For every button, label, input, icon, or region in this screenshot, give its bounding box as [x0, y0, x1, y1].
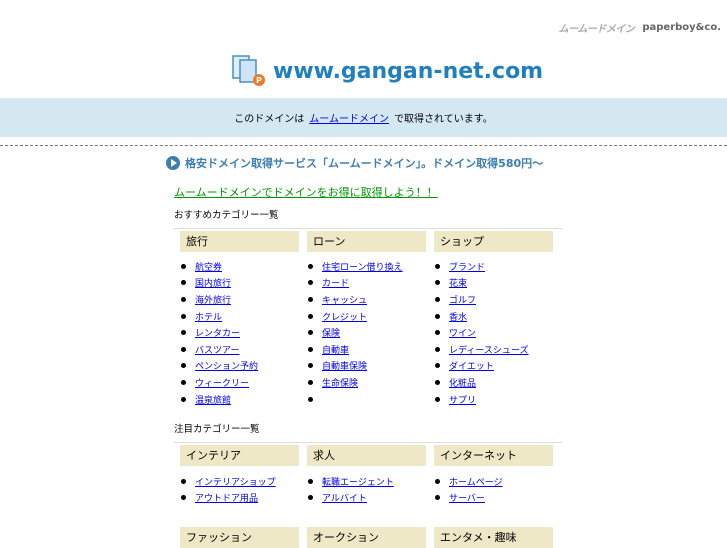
category-link[interactable]: カード — [322, 276, 349, 289]
category-link[interactable]: 転職エージェント — [322, 475, 394, 488]
list-item: ホームページ — [435, 473, 503, 490]
list-item: 温泉旅館 — [181, 391, 258, 408]
category-link[interactable]: ゴルフ — [449, 293, 476, 306]
category-link[interactable]: アルバイト — [322, 491, 367, 504]
list-item: 住宅ローン借り換え — [308, 258, 403, 275]
category-link[interactable]: 保険 — [322, 326, 340, 339]
list-item: ウィークリー — [181, 374, 258, 391]
category-link[interactable]: 生命保険 — [322, 376, 358, 389]
info-suffix: で取得されています。 — [394, 114, 493, 125]
document-icon: P — [231, 54, 267, 88]
info-band: このドメインは ムームードメイン で取得されています。 — [0, 98, 727, 137]
category-link[interactable]: ウィークリー — [195, 376, 249, 389]
green-promo-link[interactable]: ムームードメインでドメインをお得に取得しよう！！ — [174, 184, 438, 200]
category-list: 航空券 国内旅行 海外旅行 ホテル レンタカー バスツアー ペンション予約 ウィ… — [181, 258, 258, 407]
play-icon — [166, 156, 180, 170]
category-list: インテリアショップ アウトドア用品 — [181, 473, 276, 506]
brand-logos: ムームードメイン paperboy&co. — [559, 20, 721, 35]
category-link[interactable]: インテリアショップ — [195, 475, 276, 488]
list-item: 生命保険 — [308, 374, 403, 391]
category-list: ホームページ サーバー — [435, 473, 503, 506]
svg-text:P: P — [256, 76, 262, 85]
list-item: ブランド — [435, 258, 528, 275]
list-item: ダイエット — [435, 358, 528, 375]
category-link[interactable]: サーバー — [449, 491, 485, 504]
category-link[interactable]: レンタカー — [195, 326, 240, 339]
list-item: 自動車 — [308, 341, 403, 358]
category-head: ショップ — [434, 231, 553, 252]
list-item: アウトドア用品 — [181, 490, 276, 507]
list-item: 国内旅行 — [181, 275, 258, 292]
category-link[interactable]: ホテル — [195, 310, 222, 323]
promo-text: 格安ドメイン取得サービス「ムームードメイン」。ドメイン取得580円～ — [185, 157, 544, 170]
category-head: インターネット — [434, 445, 553, 466]
list-item: 保険 — [308, 324, 403, 341]
list-item — [308, 391, 403, 408]
category-link[interactable]: クレジット — [322, 310, 367, 323]
category-link[interactable]: 海外旅行 — [195, 293, 231, 306]
list-item: インテリアショップ — [181, 473, 276, 490]
category-link[interactable]: 自動車 — [322, 343, 349, 356]
category-list: 転職エージェント アルバイト — [308, 473, 394, 506]
paperboy-logo[interactable]: paperboy&co. — [642, 22, 721, 33]
category-link[interactable]: ワイン — [449, 326, 476, 339]
list-item: クレジット — [308, 308, 403, 325]
promo-banner[interactable]: 格安ドメイン取得サービス「ムームードメイン」。ドメイン取得580円～ — [166, 155, 543, 171]
list-item: 化粧品 — [435, 374, 528, 391]
category-head: ローン — [307, 231, 426, 252]
list-item: 航空券 — [181, 258, 258, 275]
list-item: レンタカー — [181, 324, 258, 341]
list-item: サーバー — [435, 490, 503, 507]
list-item: ペンション予約 — [181, 358, 258, 375]
list-item: キャッシュ — [308, 291, 403, 308]
muumuu-link[interactable]: ムームードメイン — [309, 110, 389, 125]
category-link[interactable]: 自動車保険 — [322, 359, 367, 372]
list-item: ホテル — [181, 308, 258, 325]
category-link[interactable]: 温泉旅館 — [195, 393, 231, 406]
category-link[interactable]: ペンション予約 — [195, 359, 258, 372]
muumuu-logo[interactable]: ムームードメイン — [559, 20, 635, 35]
category-link[interactable]: 化粧品 — [449, 376, 476, 389]
list-item: カード — [308, 275, 403, 292]
category-link[interactable]: ダイエット — [449, 359, 494, 372]
category-list: 住宅ローン借り換え カード キャッシュ クレジット 保険 自動車 自動車保険 生… — [308, 258, 403, 407]
list-item: アルバイト — [308, 490, 394, 507]
category-link[interactable]: レディースシューズ — [449, 343, 528, 356]
category-link[interactable]: 香水 — [449, 310, 467, 323]
list-item: バスツアー — [181, 341, 258, 358]
info-prefix: このドメインは — [234, 114, 305, 125]
list-item: 香水 — [435, 308, 528, 325]
list-item: 花束 — [435, 275, 528, 292]
category-link[interactable]: ブランド — [449, 260, 485, 273]
category-head: 旅行 — [180, 231, 299, 252]
list-item: ワイン — [435, 324, 528, 341]
list-item: レディースシューズ — [435, 341, 528, 358]
category-link[interactable]: 国内旅行 — [195, 276, 231, 289]
category-link[interactable]: ホームページ — [449, 475, 503, 488]
dashed-divider — [0, 145, 727, 146]
category-link[interactable]: バスツアー — [195, 343, 239, 356]
category-link[interactable]: キャッシュ — [322, 293, 367, 306]
category-link[interactable]: アウトドア用品 — [195, 491, 258, 504]
category-link[interactable]: サプリ — [449, 393, 476, 406]
category-list: ブランド 花束 ゴルフ 香水 ワイン レディースシューズ ダイエット 化粧品 サ… — [435, 258, 528, 407]
section-title-featured: 注目カテゴリー一覧 — [174, 421, 562, 443]
list-item: 海外旅行 — [181, 291, 258, 308]
domain-name: www.gangan-net.com — [273, 58, 544, 84]
category-link[interactable]: 住宅ローン借り換え — [322, 260, 403, 273]
list-item: 転職エージェント — [308, 473, 394, 490]
list-item: ゴルフ — [435, 291, 528, 308]
list-item: 自動車保険 — [308, 358, 403, 375]
section-title-recommended: おすすめカテゴリー一覧 — [174, 207, 562, 229]
category-head: 求人 — [307, 445, 426, 466]
list-item: サプリ — [435, 391, 528, 408]
category-link[interactable]: 航空券 — [195, 260, 222, 273]
category-link[interactable]: 花束 — [449, 276, 467, 289]
category-head: インテリア — [180, 445, 299, 466]
domain-header: P www.gangan-net.com — [231, 54, 543, 88]
